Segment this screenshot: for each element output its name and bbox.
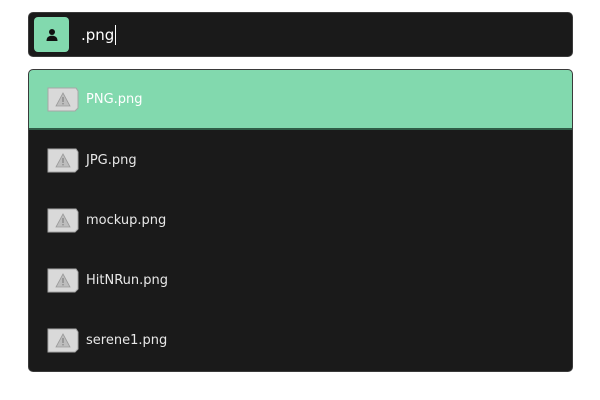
- missing-image-icon: [47, 268, 79, 293]
- result-label: JPG.png: [86, 152, 137, 168]
- results-list: PNG.png JPG.png mockup.png HitNRun.png s…: [28, 69, 573, 372]
- missing-image-icon: [47, 208, 79, 233]
- result-label: PNG.png: [86, 91, 143, 107]
- missing-image-icon: [47, 328, 79, 353]
- result-label: serene1.png: [86, 332, 168, 348]
- result-item-mockup[interactable]: mockup.png: [29, 190, 572, 250]
- result-item-serene1[interactable]: serene1.png: [29, 310, 572, 370]
- result-item-png[interactable]: PNG.png: [29, 70, 572, 130]
- search-input[interactable]: .png: [81, 13, 117, 56]
- user-icon: [46, 28, 57, 41]
- result-label: HitNRun.png: [86, 272, 169, 288]
- missing-image-icon: [47, 148, 79, 173]
- result-item-hitnrun[interactable]: HitNRun.png: [29, 250, 572, 310]
- result-item-jpg[interactable]: JPG.png: [29, 130, 572, 190]
- search-mode-button[interactable]: [34, 17, 69, 52]
- search-bar[interactable]: .png: [28, 12, 573, 57]
- search-query-text: .png: [81, 25, 115, 44]
- text-caret: [115, 24, 117, 45]
- missing-image-icon: [47, 87, 79, 112]
- result-label: mockup.png: [86, 212, 167, 228]
